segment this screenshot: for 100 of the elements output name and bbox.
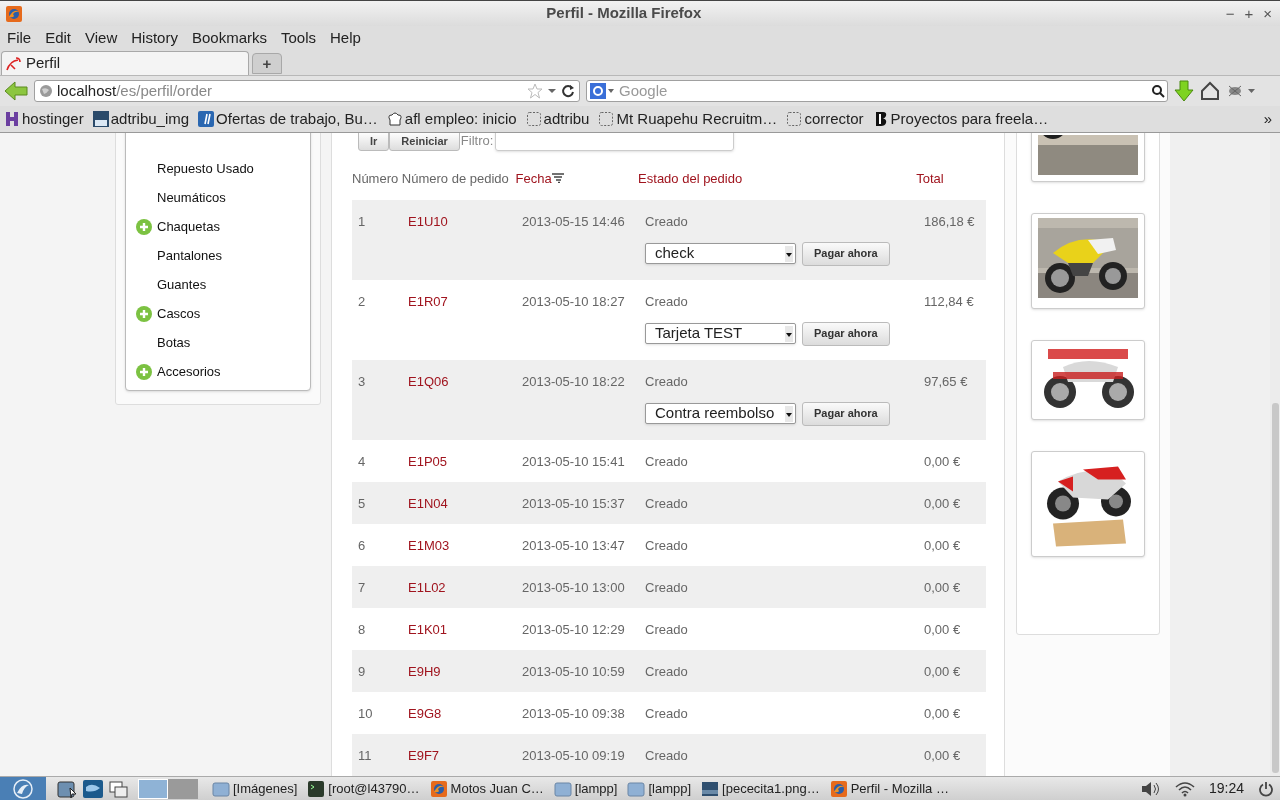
menu-item[interactable]: View [85,26,118,50]
filter-button[interactable]: Ir [358,133,390,151]
table-cell: 7 [358,580,366,595]
bookmark[interactable]: Ofertas de trabajo, Bu… [198,107,378,131]
taskbar-window-button[interactable]: [Imágenes] [212,778,298,799]
volume-icon[interactable] [1140,780,1161,797]
google-g-icon[interactable] [589,82,615,100]
order-link[interactable]: E1K01 [408,622,448,637]
column-header-link[interactable]: Fecha [515,168,564,189]
search-icon[interactable] [1151,84,1165,98]
taskbar-window-button[interactable]: [pececita1.png… [701,778,820,799]
taskbar-window-button[interactable]: [root@l43790… [307,778,420,799]
pay-now-button[interactable]: Pagar ahora [802,321,890,346]
order-link[interactable]: E1M03 [408,538,450,553]
ad-card[interactable] [1030,340,1145,420]
bookmark[interactable]: Proyectos para freela… [872,107,1049,131]
order-link[interactable]: E1R07 [408,294,448,309]
table-cell: 8 [358,622,366,637]
dropdown-caret-icon[interactable] [785,325,793,342]
menu-item[interactable]: Help [330,26,361,50]
folder-icon [212,779,230,798]
table-cell: 186,18 € [924,214,975,229]
window-title: Perfil - Mozilla Firefox [545,3,703,24]
order-link[interactable]: E9F7 [408,748,440,763]
bookmark[interactable]: hostinger [4,107,84,131]
bookmark[interactable]: Mt Ruapehu Recruitm… [598,107,778,131]
search-input[interactable]: Google [619,79,1147,103]
menu-item[interactable]: File [7,26,32,50]
menu-item[interactable]: Bookmarks [191,26,267,50]
star-icon[interactable] [527,83,543,99]
category-link[interactable]: Neumáticos [136,183,310,212]
menu-item[interactable]: Tools [281,26,316,50]
taskbar-window-button[interactable]: Motos Juan C… [429,778,544,799]
maximize-button[interactable]: + [1244,6,1254,21]
pay-now-button[interactable]: Pagar ahora [802,241,890,266]
bookmark[interactable]: adtribu [525,107,590,131]
payment-dropdown[interactable]: Tarjeta TEST [645,323,796,344]
category-link[interactable]: Accesorios [136,357,310,386]
wifi-icon[interactable] [1174,780,1195,797]
search-field[interactable]: Google [586,80,1168,102]
column-header-link[interactable]: Total [916,168,944,189]
ad-tile-icon [92,111,109,127]
table-cell: 1 [358,214,366,229]
order-link[interactable]: E9H9 [408,664,441,679]
power-icon[interactable] [1258,780,1274,797]
ad-card[interactable] [1030,451,1145,557]
menu-item[interactable]: Edit [45,26,72,50]
sort-icon[interactable] [551,173,564,184]
category-link[interactable]: Cascos [136,299,310,328]
start-menu-button[interactable] [0,777,46,800]
taskbar-window-button[interactable]: [lampp] [627,778,692,799]
category-link[interactable]: Guantes [136,270,310,299]
back-arrow-icon[interactable] [4,81,28,101]
close-button[interactable]: × [1263,6,1272,21]
reload-icon[interactable] [561,84,575,98]
bookmark[interactable]: afl empleo: inicio [386,107,517,131]
taskbar-window-button[interactable]: Perfil - Mozilla … [829,778,949,799]
bug-icon[interactable] [1226,83,1256,99]
order-link[interactable]: E1N04 [408,496,448,511]
pay-now-button[interactable]: Pagar ahora [802,401,890,426]
ad-card[interactable] [1030,213,1145,309]
bookmark[interactable]: corrector [786,107,864,131]
category-link[interactable]: Repuesto Usado [136,154,310,183]
home-icon[interactable] [1200,81,1220,101]
order-link[interactable]: E1U10 [408,214,448,229]
browser-tab[interactable]: Perfil [1,51,249,75]
more-bookmarks-chevron[interactable]: » [1263,107,1276,131]
order-link[interactable]: E1P05 [408,454,448,469]
scrollbar[interactable] [1270,133,1280,776]
taskbar-window-button[interactable]: [lampp] [553,778,618,799]
windows-icon[interactable] [108,778,130,799]
order-link[interactable]: E1L02 [408,580,446,595]
workspace-switcher[interactable] [168,778,198,799]
category-link[interactable]: Pantalones [136,241,310,270]
menu-item[interactable]: History [131,26,178,50]
order-link[interactable]: E9G8 [408,706,442,721]
address-bar[interactable]: localhost/es/perfil/order [34,80,580,102]
file-manager-icon[interactable] [56,778,78,799]
table-cell-text: Creado [645,537,689,555]
column-header-link[interactable]: Estado del pedido [638,168,743,189]
category-link[interactable]: Chaquetas [136,212,310,241]
table-cell-text: Creado [645,495,689,513]
dropdown-caret-icon[interactable] [785,245,793,262]
bookmark[interactable]: adtribu_img [92,107,190,131]
workspace-switcher[interactable] [138,778,168,799]
firefox-icon [6,5,22,22]
download-arrow-icon[interactable] [1174,80,1194,102]
filter-button[interactable]: Reiniciar [389,133,460,151]
image-icon [701,779,720,798]
payment-dropdown[interactable]: Contra reembolso [645,403,796,424]
dropdown-caret-icon[interactable] [785,405,793,422]
terminal-icon [307,779,326,798]
order-link[interactable]: E1Q06 [408,374,449,389]
clock[interactable]: 19:24 [1208,778,1244,799]
category-link[interactable]: Botas [136,328,310,357]
payment-dropdown[interactable]: check [645,243,796,264]
minimize-button[interactable]: − [1225,6,1235,21]
new-tab-button[interactable]: + [252,53,282,74]
table-cell: 0,00 € [924,664,961,679]
filter-field[interactable] [495,133,735,152]
